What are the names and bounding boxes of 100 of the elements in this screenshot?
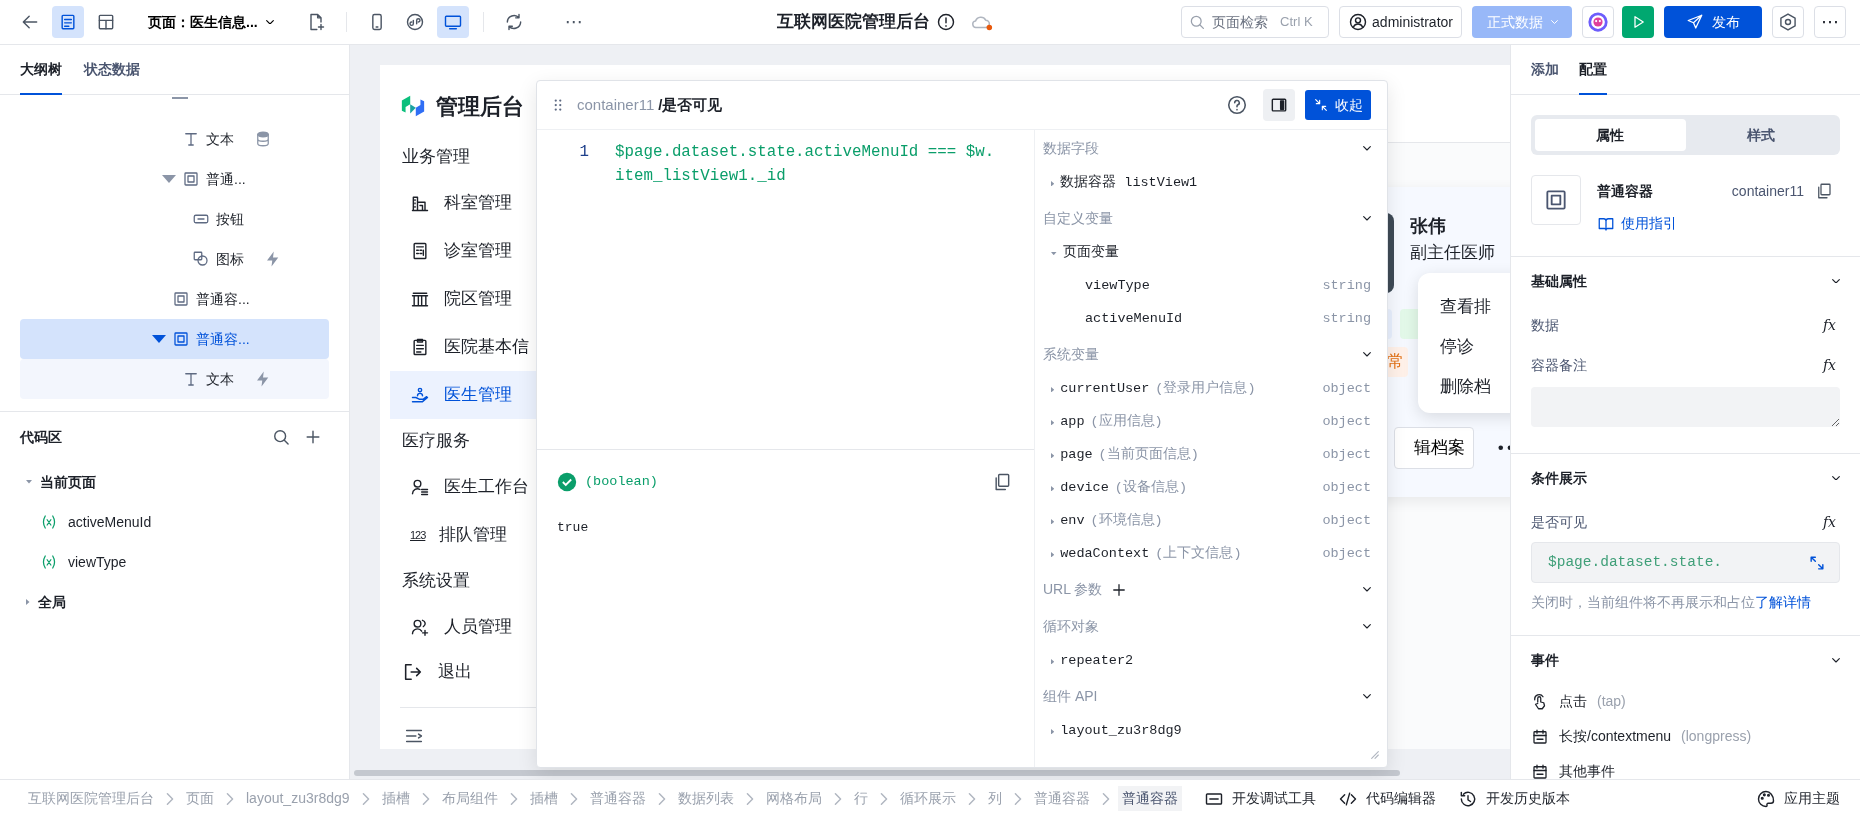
variable-item[interactable]: page (当前页面信息) object [1043,439,1371,472]
copy-icon [1815,182,1833,200]
result-value: true [557,519,590,537]
tree-item[interactable]: 普通容... [20,319,329,359]
tree-item[interactable]: 普通容... [20,279,329,319]
guide-link[interactable]: 使用指引 [1597,213,1840,234]
variable-item[interactable]: repeater2 [1043,645,1371,678]
toolbar-button[interactable]: 开发调试工具 [1203,788,1316,809]
menu-item[interactable]: 医生管理 [390,371,536,419]
tree-item[interactable]: 文本 [20,119,329,159]
tree-item-label: 图标 [216,249,244,269]
section-header[interactable]: 基础属性 [1531,257,1840,305]
panel-toggle-button[interactable] [1263,89,1295,121]
logout-link[interactable]: 退出 [390,651,536,693]
panel-tab[interactable]: 状态数据 [84,45,140,95]
variable-item[interactable]: layout_zu3r8dg9 [1043,715,1371,748]
tree-item-label: 按钮 [216,209,244,229]
container-icon [182,170,200,188]
scrollbar[interactable] [354,770,1400,776]
desktop-button[interactable] [436,6,469,38]
user-button[interactable]: administrator [1339,6,1462,38]
variable-item[interactable]: env (环境信息) object [1043,505,1371,538]
more-button[interactable]: ⋯ [557,6,590,38]
collapse-button[interactable]: 收起 [1305,90,1371,120]
menu-option[interactable]: 停诊 [1440,327,1510,367]
event-item[interactable]: 长按/contextmenu (longpress) [1531,719,1840,755]
variable-item[interactable]: activeMenuId [0,502,349,542]
tree-item[interactable]: 按钮 [20,199,329,239]
hand-icon [410,385,430,405]
menu-item[interactable]: 诊室管理 [390,227,536,275]
variable-item[interactable]: 数据容器 listView1 [1043,167,1371,200]
formula-button[interactable]: fx [1818,314,1840,336]
container-icon [172,290,190,308]
container-icon [172,330,190,348]
code-group[interactable]: 全局 [0,582,349,622]
chevron-icon [164,792,176,805]
menu-item[interactable]: 院区管理 [390,275,536,323]
collapse-icon [1313,97,1329,113]
menu-item[interactable]: 人员管理 [390,603,536,651]
tree-item[interactable]: 图标 [20,239,329,279]
variable-item[interactable]: viewType string [1043,270,1371,303]
toolbar-button[interactable]: 开发历史版本 [1457,788,1570,809]
toolbar-button[interactable]: 代码编辑器 [1337,788,1436,809]
variable-item[interactable]: 页面变量 [1043,237,1371,270]
tree-item-label: 普通容... [196,329,250,349]
chevron-icon [1363,694,1371,699]
menu-item[interactable]: 医院基本信 [390,323,536,371]
chevron-icon [224,792,236,805]
segment-tab[interactable]: 样式 [1685,119,1836,151]
settings-icon [1778,12,1798,32]
variable-item[interactable]: wedaContext (上下文信息) object [1043,538,1371,571]
chevron-icon [265,19,274,25]
formula-button[interactable]: fx [1818,511,1840,533]
chevron-icon [1363,352,1371,357]
assistant-button[interactable] [1582,6,1614,38]
chevron-icon [1363,587,1371,592]
menu-group-label: 医疗服务 [401,430,471,453]
menu-option[interactable]: 删除档 [1440,367,1510,407]
panel-tab[interactable]: 配置 [1579,45,1607,95]
publish-button[interactable]: 发布 [1664,6,1762,38]
menu-item[interactable]: 123 排队管理 [390,511,536,559]
calendar-icon [1531,727,1549,746]
panel-tab[interactable]: 添加 [1531,45,1559,95]
variable-item[interactable]: activeMenuId string [1043,303,1371,336]
section-header[interactable]: 事件 [1531,636,1840,685]
tree-item[interactable]: 普通... [20,159,329,199]
more-button[interactable]: ⋯ [1814,6,1846,38]
variable-item[interactable]: device (设备信息) object [1043,472,1371,505]
menu-item[interactable]: 医生工作台 [390,463,536,511]
search-field[interactable]: 页面检索 [1210,10,1277,34]
panel-tab[interactable]: 大纲树 [20,45,62,95]
code-group[interactable]: 当前页面 [0,462,349,502]
toolbar-button[interactable]: 应用主题 [1756,788,1840,809]
learn-more-link[interactable]: 了解详情 [1755,595,1811,610]
menu-item[interactable]: 科室管理 [390,179,536,227]
event-item[interactable]: 其他事件 [1531,754,1840,779]
component-id: container11 [1731,181,1804,201]
tree-item[interactable]: 文本 [20,359,329,399]
menu-option[interactable]: 查看排 [1440,287,1510,327]
breadcrumb-path: container11 [577,94,655,115]
chevron-icon [1832,278,1840,284]
variable-item[interactable]: app (应用信息) object [1043,406,1371,439]
section-header[interactable]: 条件展示 [1531,454,1840,502]
help-icon [1226,94,1248,116]
formula-button[interactable]: fx [1818,354,1840,376]
segment-tab[interactable]: 属性 [1535,119,1686,151]
outline-view-button[interactable] [52,6,84,38]
container-icon [1543,187,1569,213]
edit-button[interactable]: 辑档案 [1394,427,1474,469]
event-item[interactable]: 点击 (tap) [1531,684,1840,720]
breadcrumb-link[interactable]: 普通容器 [1117,786,1182,811]
tree-item-label: 普通... [206,169,246,189]
field-name: /是否可见 [658,94,723,115]
settings-button[interactable] [1772,6,1804,38]
variable-item[interactable]: viewType [0,542,349,582]
page-selector[interactable]: 页面：医生信息... [138,11,284,33]
bank-icon [410,289,430,309]
info-icon [935,12,956,32]
menu-group-label: 业务管理 [401,146,471,169]
more-icon [1498,445,1510,451]
